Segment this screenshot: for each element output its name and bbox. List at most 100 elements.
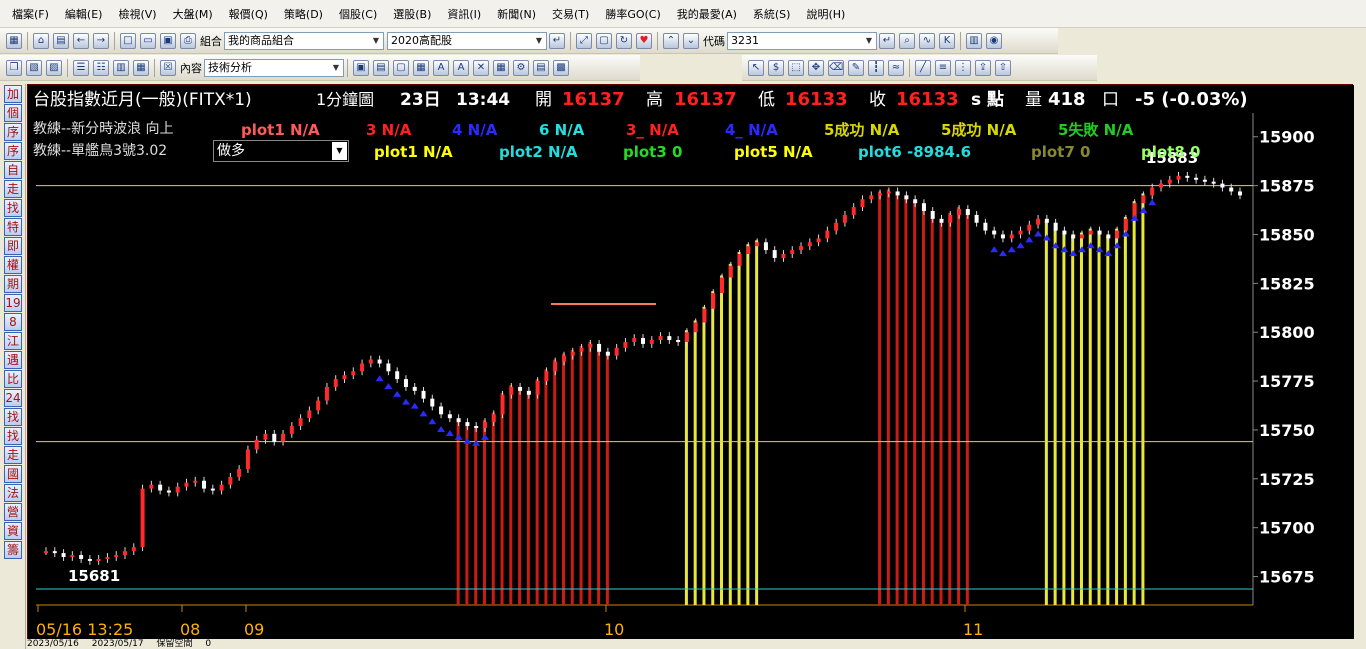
frame-icon[interactable]: ⬚ (788, 59, 804, 76)
side-tab[interactable]: 序 (4, 142, 22, 160)
side-tab[interactable]: 比 (4, 370, 22, 388)
chevron-down-icon[interactable]: ▼ (532, 33, 546, 49)
text-b-icon[interactable]: A (453, 59, 469, 76)
k-chart-icon[interactable]: K (939, 32, 955, 49)
side-tab[interactable]: 自 (4, 161, 22, 179)
keep-space-spinner[interactable]: 0 (205, 639, 211, 649)
forward-arrow-icon[interactable]: → (93, 32, 109, 49)
side-tab[interactable]: 加 (4, 85, 22, 103)
dollar-icon[interactable]: $ (768, 59, 784, 76)
menu-item[interactable]: 檔案(F) (12, 6, 49, 22)
side-tab[interactable]: 19 (4, 294, 22, 312)
copy-icon[interactable]: ❐ (6, 59, 22, 76)
refresh-icon[interactable]: ↻ (616, 32, 632, 49)
side-tab[interactable]: 找 (4, 199, 22, 217)
menu-item[interactable]: 交易(T) (552, 6, 589, 22)
menu-item[interactable]: 說明(H) (806, 6, 845, 22)
menu-item[interactable]: 報價(Q) (229, 6, 268, 22)
chevron-down-icon[interactable]: ▼ (329, 60, 343, 76)
camera-icon[interactable]: ◉ (986, 32, 1002, 49)
layout-1-icon[interactable]: ☰ (73, 59, 89, 76)
menu-item[interactable]: 檢視(V) (118, 6, 156, 22)
back-arrow-icon[interactable]: ← (73, 32, 89, 49)
side-tab[interactable]: 個 (4, 104, 22, 122)
menu-item[interactable]: 系統(S) (753, 6, 791, 22)
move-icon[interactable]: ✥ (808, 59, 824, 76)
menu-item[interactable]: 選股(B) (393, 6, 431, 22)
layout-2-icon[interactable]: ☷ (93, 59, 109, 76)
chevron-down-icon[interactable]: ▼ (862, 33, 876, 49)
report-icon[interactable]: ▥ (966, 32, 982, 49)
side-tab[interactable]: 營 (4, 503, 22, 521)
side-tab[interactable]: 資 (4, 522, 22, 540)
side-tab[interactable]: 江 (4, 332, 22, 350)
home-icon[interactable]: ⌂ (33, 32, 49, 49)
side-tab[interactable]: 遇 (4, 351, 22, 369)
side-tab[interactable]: 法 (4, 484, 22, 502)
export-icon[interactable]: ⇪ (975, 59, 991, 76)
side-tab[interactable]: 期 (4, 275, 22, 293)
menu-item[interactable]: 大盤(M) (173, 6, 213, 22)
up-arrow-icon[interactable]: ⇧ (995, 59, 1011, 76)
tool-b-icon[interactable]: ▤ (373, 59, 389, 76)
down-double-icon[interactable]: ⌄ (683, 32, 699, 49)
group-select[interactable]: 我的商品組合 ▼ (224, 31, 384, 50)
trendline-icon[interactable]: ╱ (915, 59, 931, 76)
strategy-direction-select[interactable]: 做多 ▼ (213, 140, 349, 162)
content-select[interactable]: 技術分析 ▼ (204, 58, 344, 77)
side-tab[interactable]: 24 (4, 389, 22, 407)
enter-icon[interactable]: ↵ (549, 32, 565, 49)
side-tab[interactable]: 走 (4, 446, 22, 464)
side-tab[interactable]: 找 (4, 408, 22, 426)
side-tab[interactable]: 走 (4, 180, 22, 198)
menu-item[interactable]: 個股(C) (339, 6, 377, 22)
cross-icon[interactable]: ✕ (473, 59, 489, 76)
hline-icon[interactable]: ≡ (935, 59, 951, 76)
page-icon[interactable]: ▤ (53, 32, 69, 49)
fib-icon[interactable]: ⋮ (955, 59, 971, 76)
line-chart-icon[interactable]: ∿ (919, 32, 935, 49)
clipboard-icon[interactable]: ▨ (46, 59, 62, 76)
enter-icon[interactable]: ↵ (879, 32, 895, 49)
menu-item[interactable]: 新聞(N) (497, 6, 536, 22)
menu-item[interactable]: 資訊(I) (447, 6, 481, 22)
color-grid-icon[interactable]: ▩ (553, 59, 569, 76)
side-tab[interactable]: 序 (4, 123, 22, 141)
tool-c-icon[interactable]: ▢ (393, 59, 409, 76)
new-file-icon[interactable]: □ (120, 32, 136, 49)
grid-small-icon[interactable]: ▦ (493, 59, 509, 76)
side-tab[interactable]: 特 (4, 218, 22, 236)
price-chart[interactable]: 15900 15875 15850 15825 15800 15775 15750 15725… (28, 85, 1354, 640)
chevron-down-icon[interactable]: ▼ (369, 33, 383, 49)
tool-a-icon[interactable]: ▣ (353, 59, 369, 76)
menu-item[interactable]: 勝率GO(C) (605, 6, 660, 22)
grid-icon[interactable]: ▦ (6, 32, 22, 49)
date-to[interactable]: 2023/05/17 (92, 639, 144, 649)
eraser-icon[interactable]: ⌫ (828, 59, 844, 76)
up-double-icon[interactable]: ⌃ (663, 32, 679, 49)
note-icon[interactable]: ✎ (848, 59, 864, 76)
code-input[interactable]: 3231 ▼ (727, 31, 877, 50)
settings-icon[interactable]: ⚙ (513, 59, 529, 76)
menu-item[interactable]: 我的最愛(A) (677, 6, 737, 22)
side-tab[interactable]: 權 (4, 256, 22, 274)
close-box-icon[interactable]: ☒ (160, 59, 176, 76)
save-icon[interactable]: ▣ (160, 32, 176, 49)
menu-item[interactable]: 策略(D) (284, 6, 323, 22)
side-tab[interactable]: 即 (4, 237, 22, 255)
side-tab[interactable]: 找 (4, 427, 22, 445)
side-tab[interactable]: 8 (4, 313, 22, 331)
favorite-heart-icon[interactable]: ♥ (636, 32, 652, 49)
window-layout-icon[interactable]: ▤ (533, 59, 549, 76)
search-icon[interactable]: ⌕ (899, 32, 915, 49)
side-tab[interactable]: 國 (4, 465, 22, 483)
print-icon[interactable]: ⎙ (180, 32, 196, 49)
wave-icon[interactable]: ≈ (888, 59, 904, 76)
menu-item[interactable]: 編輯(E) (65, 6, 103, 22)
paste-icon[interactable]: ▧ (26, 59, 42, 76)
open-folder-icon[interactable]: ▭ (140, 32, 156, 49)
chevron-down-icon[interactable]: ▼ (332, 142, 347, 160)
text-a-icon[interactable]: A (433, 59, 449, 76)
layout-4-icon[interactable]: ▦ (133, 59, 149, 76)
list-select[interactable]: 2020高配股 ▼ (387, 31, 547, 50)
